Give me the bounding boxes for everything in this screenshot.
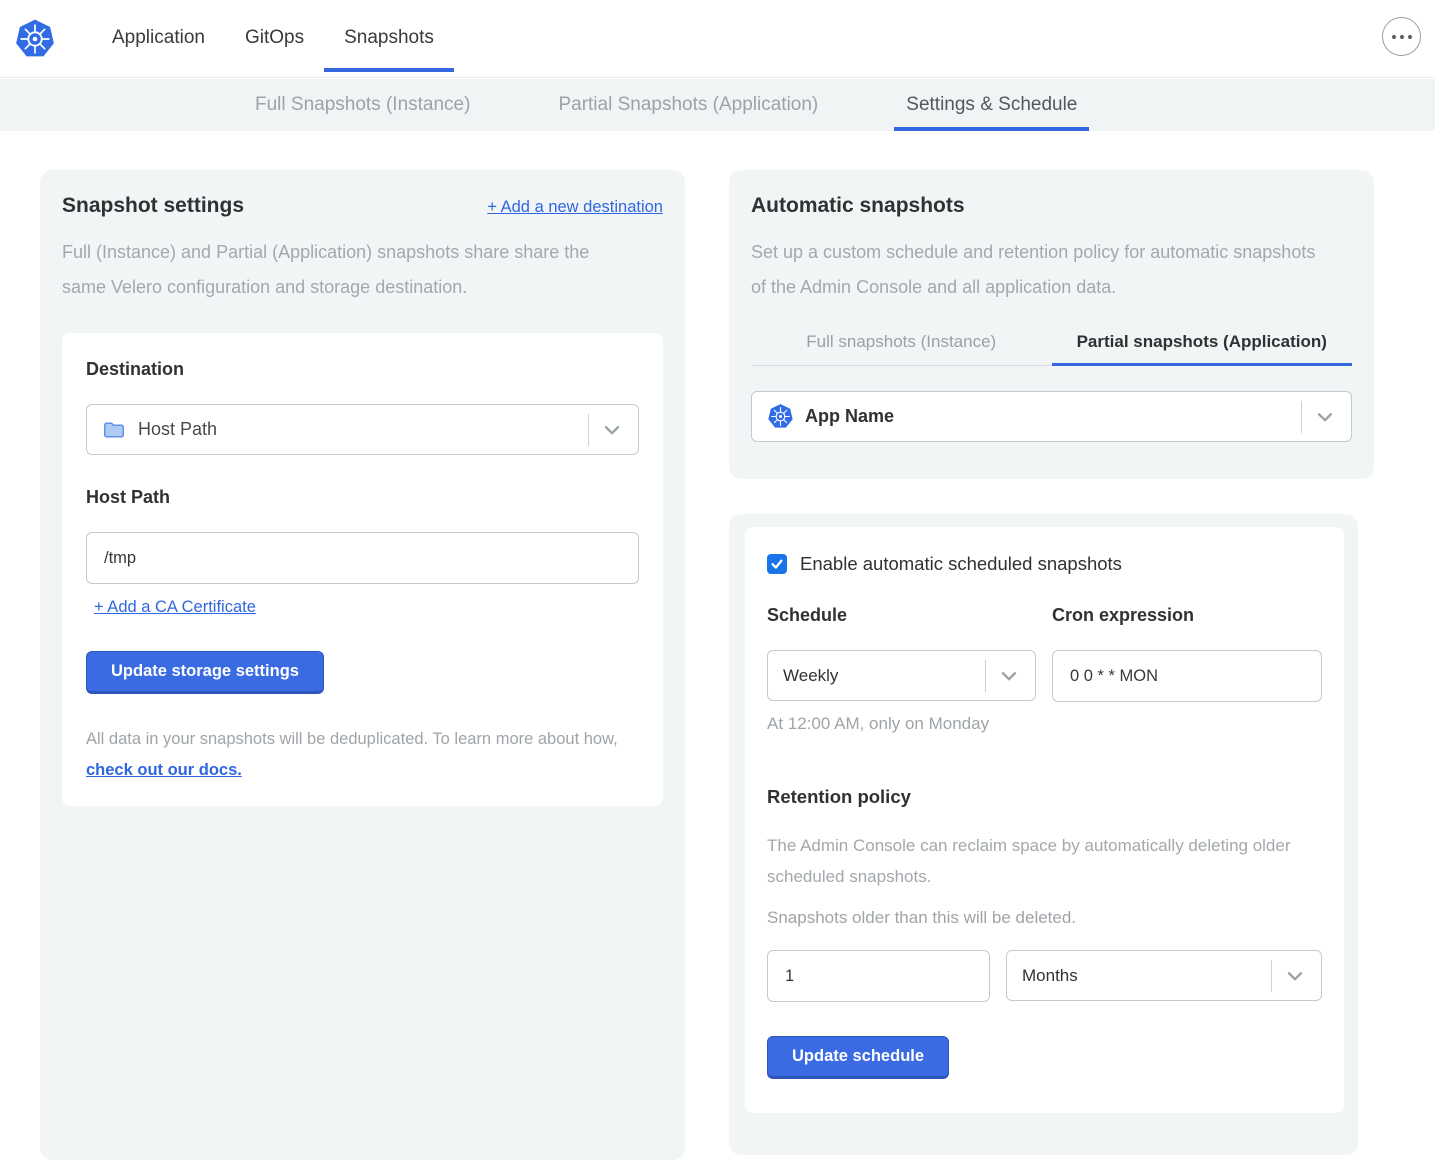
docs-link[interactable]: check out our docs.	[86, 761, 242, 779]
retention-unit-value: Months	[1022, 966, 1078, 986]
chevron-down-icon	[601, 419, 623, 441]
ellipsis-icon	[1392, 35, 1396, 39]
subtab-full-snapshots[interactable]: Full Snapshots (Instance)	[243, 79, 482, 131]
update-storage-settings-button[interactable]: Update storage settings	[86, 651, 324, 694]
destination-card: Destination Host Path Host Path + Add a …	[62, 333, 663, 806]
retention-amount-input[interactable]	[767, 950, 990, 1002]
chevron-down-icon	[998, 665, 1020, 687]
app-select-value: App Name	[805, 406, 894, 427]
check-icon	[770, 557, 784, 571]
snapshot-settings-panel: Snapshot settings + Add a new destinatio…	[40, 170, 685, 1160]
automatic-snapshots-title: Automatic snapshots	[751, 194, 1352, 218]
cron-hint: At 12:00 AM, only on Monday	[767, 714, 1322, 734]
cron-expression-label: Cron expression	[1052, 605, 1322, 626]
select-divider	[1301, 401, 1302, 433]
enable-snapshots-label: Enable automatic scheduled snapshots	[800, 553, 1122, 575]
retention-policy-description: The Admin Console can reclaim space by a…	[767, 830, 1292, 892]
app-select[interactable]: App Name	[751, 391, 1352, 442]
nav-item-application[interactable]: Application	[92, 0, 225, 78]
dedup-note: All data in your snapshots will be dedup…	[86, 724, 639, 786]
update-schedule-button[interactable]: Update schedule	[767, 1036, 949, 1079]
schedule-select-value: Weekly	[783, 666, 838, 686]
snapshots-subnav: Full Snapshots (Instance) Partial Snapsh…	[0, 79, 1435, 131]
schedule-select[interactable]: Weekly	[767, 650, 1036, 701]
retention-policy-title: Retention policy	[767, 786, 1322, 808]
top-nav-bar: Application GitOps Snapshots	[0, 0, 1435, 78]
automatic-snapshots-tabs: Full snapshots (Instance) Partial snapsh…	[751, 332, 1352, 366]
add-new-destination-link[interactable]: + Add a new destination	[487, 198, 663, 217]
select-divider	[1271, 960, 1272, 992]
chevron-down-icon	[1314, 406, 1336, 428]
select-divider	[985, 660, 986, 692]
overflow-menu-button[interactable]	[1382, 17, 1421, 56]
automatic-snapshots-description: Set up a custom schedule and retention p…	[751, 235, 1326, 305]
host-path-input[interactable]	[86, 532, 639, 584]
subtab-partial-snapshots[interactable]: Partial Snapshots (Application)	[546, 79, 830, 131]
retention-unit-select[interactable]: Months	[1006, 950, 1322, 1001]
destination-select[interactable]: Host Path	[86, 404, 639, 455]
destination-select-value: Host Path	[138, 419, 217, 440]
automatic-snapshots-panel: Automatic snapshots Set up a custom sche…	[729, 170, 1374, 479]
schedule-label: Schedule	[767, 605, 1036, 626]
schedule-card: Enable automatic scheduled snapshots Sch…	[745, 527, 1344, 1113]
cron-expression-input[interactable]	[1052, 650, 1322, 702]
select-divider	[588, 414, 589, 446]
kubernetes-logo	[14, 18, 56, 60]
tab-full-snapshots-instance[interactable]: Full snapshots (Instance)	[751, 332, 1052, 365]
retention-hint: Snapshots older than this will be delete…	[767, 908, 1322, 928]
host-path-label: Host Path	[86, 487, 639, 508]
tab-partial-snapshots-application[interactable]: Partial snapshots (Application)	[1052, 332, 1353, 365]
snapshot-settings-title: Snapshot settings	[62, 194, 244, 218]
snapshot-settings-description: Full (Instance) and Partial (Application…	[62, 235, 607, 305]
subtab-settings-schedule[interactable]: Settings & Schedule	[894, 79, 1089, 131]
chevron-down-icon	[1284, 965, 1306, 987]
folder-icon	[102, 418, 126, 442]
enable-snapshots-checkbox[interactable]	[767, 554, 787, 574]
schedule-panel: Enable automatic scheduled snapshots Sch…	[729, 514, 1358, 1155]
nav-item-gitops[interactable]: GitOps	[225, 0, 324, 78]
add-ca-certificate-link[interactable]: + Add a CA Certificate	[94, 598, 256, 617]
kubernetes-app-icon	[767, 403, 794, 430]
destination-label: Destination	[86, 359, 184, 379]
nav-item-snapshots[interactable]: Snapshots	[324, 0, 454, 78]
main-nav: Application GitOps Snapshots	[92, 0, 454, 78]
